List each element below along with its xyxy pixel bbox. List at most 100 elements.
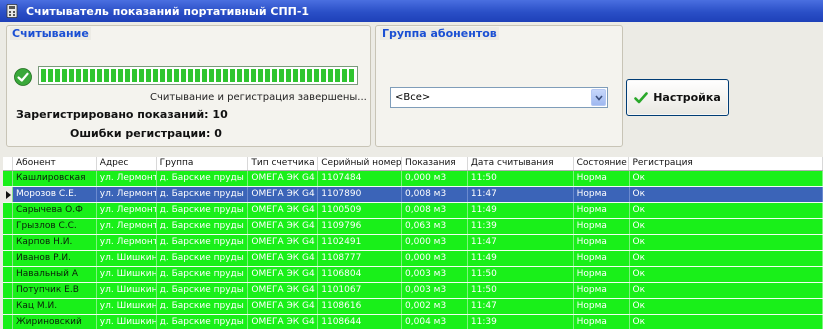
table-cell: 1100509 bbox=[318, 203, 403, 218]
table-cell: Ок bbox=[630, 267, 823, 282]
table-cell: Норма bbox=[574, 251, 630, 266]
progress-fill bbox=[41, 69, 355, 82]
table-cell: Ок bbox=[630, 283, 823, 298]
table-cell: Кашлировская bbox=[13, 171, 97, 186]
table-cell: Ок bbox=[630, 171, 823, 186]
row-indicator[interactable] bbox=[3, 315, 13, 329]
table-cell: д. Барские пруды bbox=[157, 315, 249, 329]
table-cell: Жириновский bbox=[13, 315, 97, 329]
table-cell: Ок bbox=[630, 219, 823, 234]
row-indicator[interactable] bbox=[3, 267, 13, 282]
table-cell: 11:47 bbox=[468, 299, 574, 314]
table-cell: ул. Шишкина bbox=[97, 299, 157, 314]
table-row[interactable]: Кац М.И.ул. Шишкинад. Барские прудыОМЕГА… bbox=[3, 299, 823, 315]
column-header[interactable]: Группа bbox=[157, 157, 249, 170]
table-cell: д. Барские пруды bbox=[157, 219, 249, 234]
table-cell: д. Барские пруды bbox=[157, 299, 249, 314]
table-cell: Ок bbox=[630, 203, 823, 218]
table-cell: 11:47 bbox=[468, 187, 574, 202]
chevron-down-icon[interactable] bbox=[591, 89, 606, 106]
table-cell: Ок bbox=[630, 315, 823, 329]
table-cell: ул. Лермонто bbox=[97, 171, 157, 186]
table-row[interactable]: Сарычева О.Фул. Лермонтод. Барские пруды… bbox=[3, 203, 823, 219]
table-cell: 1101067 bbox=[318, 283, 403, 298]
table-cell: Норма bbox=[574, 171, 630, 186]
table-cell: Норма bbox=[574, 283, 630, 298]
readings-table: Абонент Адрес Группа Тип счетчика Серийный н… bbox=[3, 157, 823, 329]
table-cell: Морозов С.Е. bbox=[13, 187, 97, 202]
table-cell: 0,000 м3 bbox=[402, 235, 468, 250]
table-cell: д. Барские пруды bbox=[157, 235, 249, 250]
row-indicator[interactable] bbox=[3, 299, 13, 314]
table-row[interactable]: Жириновскийул. Шишкинад. Барские прудыОМ… bbox=[3, 315, 823, 329]
table-cell: ОМЕГА ЭК G4 bbox=[248, 171, 319, 186]
column-header[interactable]: Серийный номер bbox=[318, 157, 403, 170]
table-cell: ОМЕГА ЭК G4 bbox=[248, 299, 319, 314]
column-header[interactable]: Адрес bbox=[97, 157, 157, 170]
row-indicator[interactable] bbox=[3, 219, 13, 234]
table-cell: 0,003 м3 bbox=[402, 267, 468, 282]
table-cell: 0,000 м3 bbox=[402, 171, 468, 186]
table-cell: д. Барские пруды bbox=[157, 171, 249, 186]
row-indicator[interactable] bbox=[3, 203, 13, 218]
table-cell: ОМЕГА ЭК G4 bbox=[248, 251, 319, 266]
table-row[interactable]: Карпов Н.И.ул. Лермонтод. Барские прудыО… bbox=[3, 235, 823, 251]
registered-count: Зарегистрировано показаний: 10 bbox=[16, 108, 228, 121]
table-cell: 11:49 bbox=[468, 251, 574, 266]
reading-progress-bar bbox=[38, 66, 358, 85]
success-check-icon bbox=[14, 68, 32, 86]
table-cell: 1107484 bbox=[318, 171, 403, 186]
row-indicator[interactable] bbox=[3, 235, 13, 250]
row-indicator[interactable] bbox=[3, 251, 13, 266]
table-cell: ул. Лермонто bbox=[97, 203, 157, 218]
table-cell: Норма bbox=[574, 219, 630, 234]
settings-button[interactable]: Настройка bbox=[626, 79, 729, 116]
table-cell: ОМЕГА ЭК G4 bbox=[248, 219, 319, 234]
column-header[interactable]: Дата считывания bbox=[468, 157, 574, 170]
table-cell: 0,000 м3 bbox=[402, 251, 468, 266]
table-cell: Иванов Р.И. bbox=[13, 251, 97, 266]
group-select[interactable]: <Все> bbox=[390, 87, 608, 108]
table-row[interactable]: Кашлировскаяул. Лермонтод. Барские пруды… bbox=[3, 171, 823, 187]
table-cell: ул. Шишкина bbox=[97, 315, 157, 329]
table-cell: ул. Лермонто bbox=[97, 235, 157, 250]
table-cell: 0,003 м3 bbox=[402, 283, 468, 298]
table-cell: Карпов Н.И. bbox=[13, 235, 97, 250]
table-row[interactable]: Морозов С.Е.ул. Лермонтод. Барские пруды… bbox=[3, 187, 823, 203]
table-cell: 0,063 м3 bbox=[402, 219, 468, 234]
column-header[interactable]: Тип счетчика bbox=[248, 157, 319, 170]
table-cell: ОМЕГА ЭК G4 bbox=[248, 267, 319, 282]
table-header: Абонент Адрес Группа Тип счетчика Серийный н… bbox=[3, 157, 823, 171]
table-row[interactable]: Навальный Аул. Шишкинад. Барские прудыОМ… bbox=[3, 267, 823, 283]
table-cell: Потупчик Е.В bbox=[13, 283, 97, 298]
row-indicator[interactable] bbox=[3, 283, 13, 298]
column-header[interactable]: Состояние bbox=[574, 157, 630, 170]
window-title: Считыватель показаний портативный СПП-1 bbox=[26, 4, 310, 18]
column-header[interactable]: Показания bbox=[402, 157, 468, 170]
table-row[interactable]: Потупчик Е.Вул. Шишкинад. Барские прудыО… bbox=[3, 283, 823, 299]
row-header-corner bbox=[3, 157, 13, 170]
table-cell: Грызлов С.С. bbox=[13, 219, 97, 234]
table-cell: 1108777 bbox=[318, 251, 403, 266]
row-indicator[interactable] bbox=[3, 187, 13, 202]
column-header[interactable]: Регистрация bbox=[629, 157, 823, 170]
table-cell: 1107890 bbox=[318, 187, 403, 202]
table-cell: Ок bbox=[630, 187, 823, 202]
table-row[interactable]: Грызлов С.С.ул. Лермонтод. Барские пруды… bbox=[3, 219, 823, 235]
table-cell: 1102491 bbox=[318, 235, 403, 250]
column-header[interactable]: Абонент bbox=[13, 157, 97, 170]
group-legend: Группа абонентов bbox=[380, 27, 499, 40]
table-cell: 11:50 bbox=[468, 267, 574, 282]
table-cell: д. Барские пруды bbox=[157, 267, 249, 282]
table-row[interactable]: Иванов Р.И.ул. Шишкинад. Барские прудыОМ… bbox=[3, 251, 823, 267]
table-cell: ОМЕГА ЭК G4 bbox=[248, 235, 319, 250]
row-indicator[interactable] bbox=[3, 171, 13, 186]
table-cell: д. Барские пруды bbox=[157, 203, 249, 218]
table-cell: д. Барские пруды bbox=[157, 251, 249, 266]
table-cell: Навальный А bbox=[13, 267, 97, 282]
table-cell: д. Барские пруды bbox=[157, 283, 249, 298]
table-cell: ул. Лермонто bbox=[97, 187, 157, 202]
table-cell: ОМЕГА ЭК G4 bbox=[248, 283, 319, 298]
table-cell: ул. Шишкина bbox=[97, 283, 157, 298]
table-cell: 0,004 м3 bbox=[402, 315, 468, 329]
